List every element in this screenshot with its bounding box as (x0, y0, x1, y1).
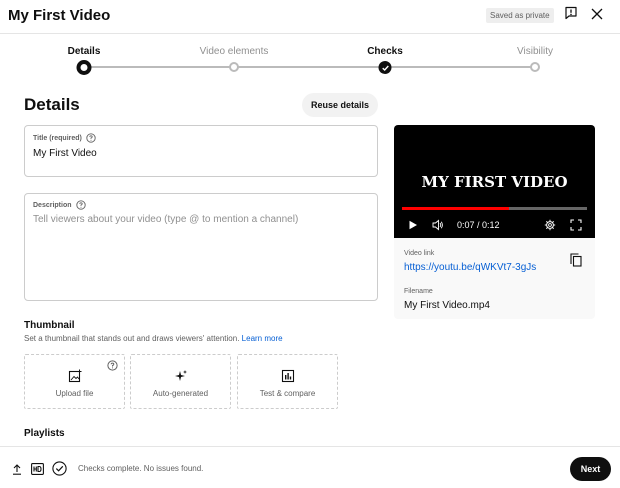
thumbnail-auto-generated-option[interactable]: Auto-generated (130, 354, 231, 409)
title-input[interactable]: My First Video (33, 148, 97, 159)
playback-time: 0:07 / 0:12 (457, 220, 500, 230)
upload-file-label: Upload file (55, 389, 94, 398)
player-controls: 0:07 / 0:12 (394, 215, 595, 235)
description-field-label-row: Description (33, 200, 86, 210)
playlists-heading: Playlists (24, 428, 65, 439)
auto-generated-label: Auto-generated (152, 389, 209, 398)
filename-label: Filename (404, 288, 433, 295)
dialog-header: My First Video Saved as private (0, 0, 620, 32)
progress-fill (402, 207, 510, 210)
feedback-icon[interactable] (564, 6, 578, 20)
gear-icon[interactable] (544, 219, 556, 231)
learn-more-link[interactable]: Learn more (242, 334, 283, 343)
image-upload-icon (68, 369, 81, 383)
progress-bar[interactable] (402, 207, 587, 210)
thumbnail-test-compare-option[interactable]: Test & compare (237, 354, 338, 409)
check-circle-icon (52, 461, 67, 476)
video-preview-card: MY FIRST VIDEO 0:07 / 0:12 Video link ht… (394, 125, 595, 319)
video-frame-text: MY FIRST VIDEO (421, 173, 568, 191)
video-link-label: Video link (404, 250, 435, 257)
upload-icon (13, 464, 21, 475)
step-visibility-label[interactable]: Visibility (517, 46, 553, 57)
step-details-label[interactable]: Details (68, 46, 101, 57)
step-checks-label[interactable]: Checks (367, 46, 403, 57)
thumbnail-upload-option[interactable]: Upload file (24, 354, 125, 409)
thumbnail-description: Set a thumbnail that stands out and draw… (24, 334, 283, 343)
play-icon[interactable] (408, 220, 418, 230)
footer-divider (0, 446, 620, 447)
copy-icon[interactable] (570, 253, 582, 267)
step-visibility-node[interactable] (530, 62, 540, 72)
video-link[interactable]: https://youtu.be/qWKVt7-3gJs (404, 262, 536, 273)
checks-status-text: Checks complete. No issues found. (78, 464, 204, 473)
reuse-details-button[interactable]: Reuse details (302, 93, 378, 117)
title-field-label: Title (required) (33, 134, 82, 142)
test-compare-label: Test & compare (259, 389, 316, 398)
help-icon[interactable] (75, 200, 86, 210)
header-divider (0, 33, 620, 34)
description-input[interactable]: Tell viewers about your video (type @ to… (33, 214, 298, 225)
step-connector (385, 66, 535, 68)
step-video-elements-node[interactable] (229, 62, 239, 72)
page-title: My First Video (8, 7, 111, 24)
description-field-label: Description (33, 201, 72, 209)
saved-status-badge: Saved as private (486, 8, 554, 23)
close-icon[interactable] (590, 7, 604, 21)
details-heading: Details (24, 95, 80, 114)
description-field[interactable]: Description Tell viewers about your vide… (24, 193, 378, 301)
sparkle-icon (174, 370, 187, 381)
next-button[interactable]: Next (570, 457, 611, 481)
checkmark-icon (381, 65, 389, 71)
video-player[interactable]: MY FIRST VIDEO 0:07 / 0:12 (394, 125, 595, 238)
step-connector (84, 66, 234, 68)
title-field-label-row: Title (required) (33, 133, 96, 143)
title-field[interactable]: Title (required) My First Video (24, 125, 378, 177)
hd-icon (31, 463, 44, 475)
volume-icon[interactable] (432, 219, 444, 231)
step-checks-node[interactable] (378, 61, 392, 74)
help-icon[interactable] (86, 133, 96, 143)
step-connector (234, 66, 385, 68)
thumbnail-description-text: Set a thumbnail that stands out and draw… (24, 334, 240, 343)
step-video-elements-label[interactable]: Video elements (200, 46, 269, 57)
progress-stepper: Details Video elements Checks Visibility (0, 40, 620, 80)
thumbnail-heading: Thumbnail (24, 320, 75, 331)
filename-value: My First Video.mp4 (404, 300, 490, 311)
fullscreen-icon[interactable] (570, 219, 582, 231)
step-details-node[interactable] (76, 60, 92, 75)
chart-icon (281, 369, 294, 383)
help-icon[interactable] (107, 360, 118, 371)
